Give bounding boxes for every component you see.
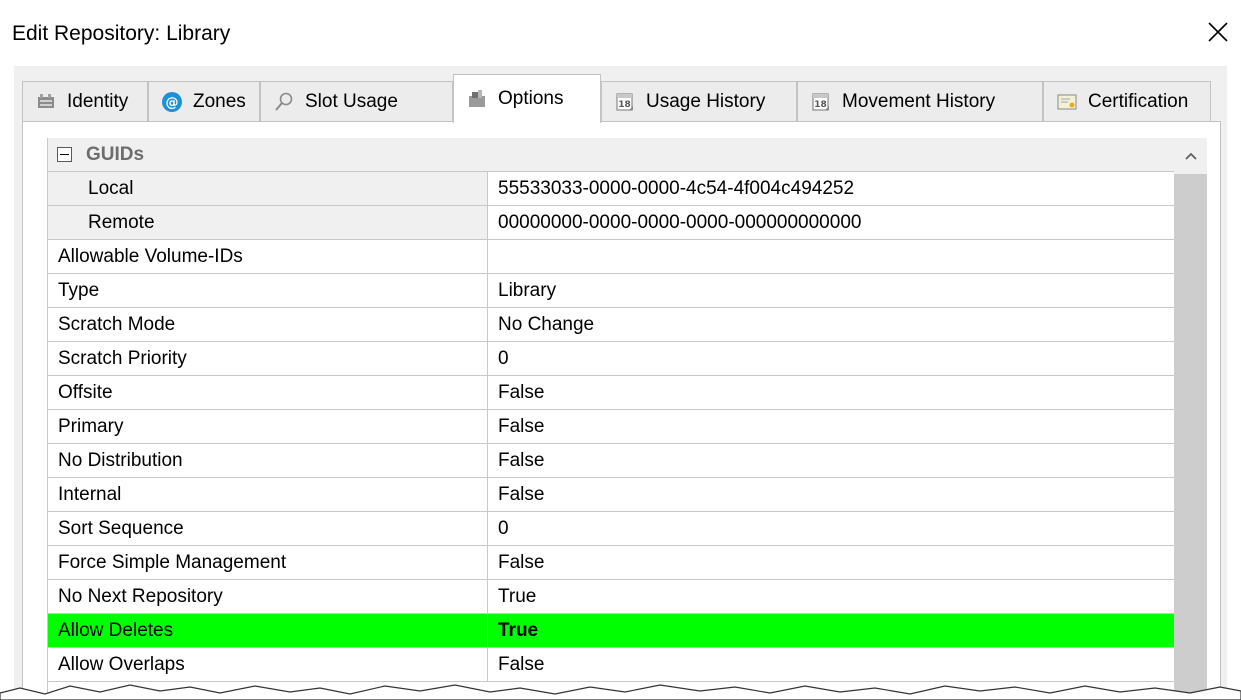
grid-row-allow-overlaps[interactable]: Allow Overlaps False: [48, 648, 1175, 682]
property-value[interactable]: 0: [498, 512, 509, 545]
at-sign-icon: @: [161, 91, 183, 113]
property-grid: GUIDs Local 55533033-0000-0000-4c54-4f00…: [47, 138, 1175, 700]
property-name: Allowable Volume-IDs: [48, 240, 488, 273]
svg-text:18: 18: [814, 100, 827, 110]
vertical-scrollbar[interactable]: [1174, 138, 1207, 700]
tab-zones[interactable]: @ Zones: [148, 81, 260, 121]
grid-row-local[interactable]: Local 55533033-0000-0000-4c54-4f004c4942…: [48, 172, 1175, 206]
tab-label: Usage History: [646, 90, 766, 112]
options-icon: [466, 88, 488, 110]
magnifier-icon: [273, 91, 295, 113]
category-label: GUIDs: [86, 144, 145, 165]
property-value[interactable]: 00000000-0000-0000-0000-000000000000: [498, 206, 861, 239]
calendar-icon: 18: [614, 91, 636, 113]
window-title: Edit Repository: Library: [12, 22, 231, 45]
grid-row-no-distribution[interactable]: No Distribution False: [48, 444, 1175, 478]
property-name: No Distribution: [48, 444, 488, 477]
property-name: Sort Sequence: [48, 512, 488, 545]
tab-label: Movement History: [842, 90, 996, 112]
property-name: Local: [48, 172, 488, 205]
property-value[interactable]: False: [498, 546, 544, 579]
property-name: Force Simple Management: [48, 546, 488, 579]
grid-row-offsite[interactable]: Offsite False: [48, 376, 1175, 410]
identity-icon: [35, 91, 57, 113]
tab-label: Options: [498, 88, 564, 109]
property-value[interactable]: False: [498, 478, 544, 511]
scroll-thumb[interactable]: [1174, 174, 1207, 700]
grid-row-scratch-priority[interactable]: Scratch Priority 0: [48, 342, 1175, 376]
tab-label: Slot Usage: [305, 90, 398, 112]
tab-label: Identity: [67, 90, 129, 112]
torn-edge-decoration: [0, 684, 1241, 700]
category-row-guids[interactable]: GUIDs: [48, 138, 1175, 172]
property-name: Scratch Priority: [48, 342, 488, 375]
property-name: No Next Repository: [48, 580, 488, 613]
grid-row-allow-deletes[interactable]: Allow Deletes True: [48, 614, 1175, 648]
certificate-icon: [1056, 91, 1078, 113]
property-name: Internal: [48, 478, 488, 511]
property-value[interactable]: True: [498, 580, 536, 613]
property-name: Allow Deletes: [48, 614, 488, 647]
property-value[interactable]: False: [498, 376, 544, 409]
tab-movement-history[interactable]: 18 Movement History: [797, 81, 1043, 121]
scroll-up-button[interactable]: [1174, 138, 1207, 174]
grid-row-force-simple-management[interactable]: Force Simple Management False: [48, 546, 1175, 580]
property-name: Primary: [48, 410, 488, 443]
grid-row-remote[interactable]: Remote 00000000-0000-0000-0000-000000000…: [48, 206, 1175, 240]
grid-row-internal[interactable]: Internal False: [48, 478, 1175, 512]
property-value[interactable]: 0: [498, 342, 509, 375]
close-icon: [1208, 22, 1228, 42]
property-name: Allow Overlaps: [48, 648, 488, 681]
tab-options[interactable]: Options: [453, 74, 601, 123]
tab-identity[interactable]: Identity: [22, 81, 148, 121]
tab-label: Certification: [1088, 90, 1189, 112]
grid-row-type[interactable]: Type Library: [48, 274, 1175, 308]
tab-label: Zones: [193, 90, 246, 112]
grid-row-primary[interactable]: Primary False: [48, 410, 1175, 444]
chevron-up-icon: [1184, 152, 1197, 160]
property-value[interactable]: No Change: [498, 308, 594, 341]
property-name: Remote: [48, 206, 488, 239]
grid-row-no-next-repository[interactable]: No Next Repository True: [48, 580, 1175, 614]
property-value[interactable]: False: [498, 410, 544, 443]
property-value[interactable]: False: [498, 648, 544, 681]
tab-slot-usage[interactable]: Slot Usage: [260, 81, 453, 121]
property-value[interactable]: Library: [498, 274, 556, 307]
close-button[interactable]: [1201, 14, 1235, 50]
title-bar: Edit Repository: Library: [0, 0, 1241, 66]
grid-row-sort-sequence[interactable]: Sort Sequence 0: [48, 512, 1175, 546]
property-name: Offsite: [48, 376, 488, 409]
property-name: Type: [48, 274, 488, 307]
calendar-icon: 18: [810, 91, 832, 113]
tab-usage-history[interactable]: 18 Usage History: [601, 81, 797, 121]
property-value[interactable]: 55533033-0000-0000-4c54-4f004c494252: [498, 172, 854, 205]
property-name: Scratch Mode: [48, 308, 488, 341]
svg-text:@: @: [166, 95, 179, 110]
property-value[interactable]: True: [498, 614, 538, 647]
svg-text:18: 18: [618, 100, 631, 110]
grid-row-scratch-mode[interactable]: Scratch Mode No Change: [48, 308, 1175, 342]
property-value[interactable]: False: [498, 444, 544, 477]
tab-certification[interactable]: Certification: [1043, 81, 1211, 121]
grid-row-allowable-volume-ids[interactable]: Allowable Volume-IDs: [48, 240, 1175, 274]
